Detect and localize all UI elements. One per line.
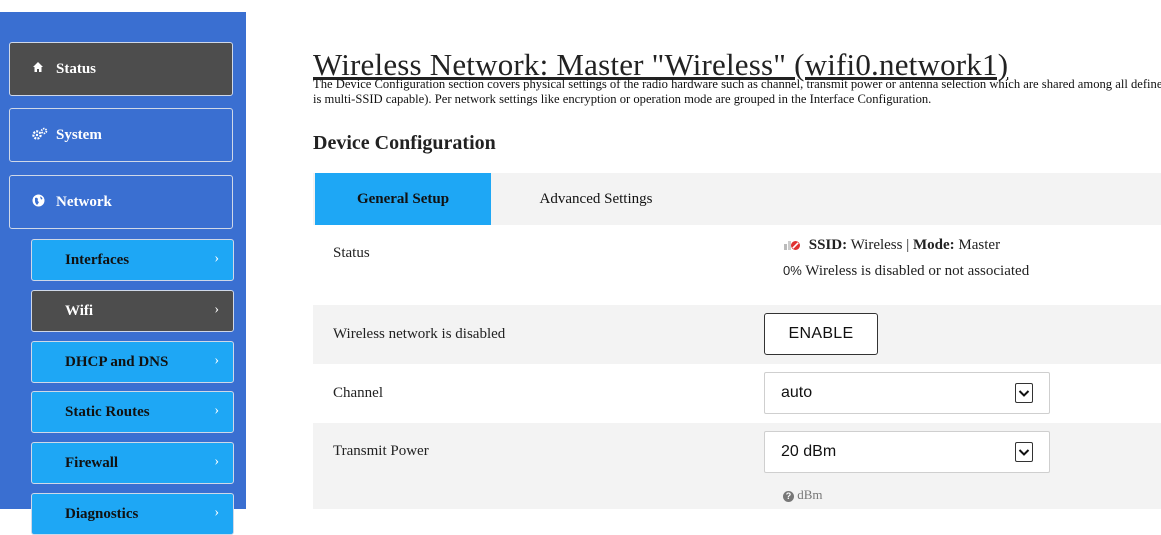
separator: | (906, 237, 910, 253)
chevron-right-icon: › (214, 251, 219, 266)
help-icon: ? (783, 491, 794, 502)
sidebar-item-label: Network (56, 193, 112, 210)
mode-key: Mode: (913, 237, 955, 253)
status-row: Status SSID: Wireless | Mode: Master 0% … (313, 225, 1161, 305)
transmit-power-label: Transmit Power (333, 443, 429, 459)
tab-general-setup[interactable]: General Setup (315, 173, 491, 225)
section-title: Device Configuration (313, 132, 496, 154)
sidebar-item-dhcp-dns[interactable]: DHCP and DNS › (31, 341, 234, 383)
sidebar-item-label: System (56, 126, 102, 143)
sidebar: Status System Network Interfaces › Wifi … (0, 12, 246, 535)
transmit-power-value: 20 dBm (781, 443, 837, 460)
chevron-right-icon: › (214, 505, 219, 520)
chevron-right-icon: › (214, 353, 219, 368)
sidebar-item-label: Diagnostics (65, 505, 139, 522)
sidebar-item-label: DHCP and DNS (65, 353, 169, 370)
sidebar-item-label: Firewall (65, 454, 119, 471)
ssid-value: Wireless (850, 237, 903, 253)
home-icon (32, 61, 56, 77)
wireless-disabled-label: Wireless network is disabled (333, 326, 506, 342)
signal-percent: 0% (783, 263, 802, 278)
description-line: The Device Configuration section covers … (313, 77, 1161, 91)
sidebar-item-interfaces[interactable]: Interfaces › (31, 239, 234, 281)
wireless-disabled-row: Wireless network is disabled ENABLE (313, 305, 1161, 364)
transmit-power-row: Transmit Power 20 dBm ? dBm (313, 423, 1161, 509)
tab-bar: General Setup Advanced Settings (313, 173, 1161, 225)
hint-text: dBm (797, 487, 823, 502)
chevron-down-icon (1015, 383, 1033, 403)
sidebar-item-label: Interfaces (65, 251, 130, 268)
sidebar-item-label: Wifi (65, 302, 94, 319)
status-label: Status (333, 245, 370, 261)
sidebar-item-system[interactable]: System (9, 108, 233, 162)
sidebar-item-static-routes[interactable]: Static Routes › (31, 391, 234, 433)
sidebar-item-firewall[interactable]: Firewall › (31, 442, 234, 484)
status-summary: SSID: Wireless | Mode: Master (783, 237, 1000, 256)
page-description: The Device Configuration section covers … (313, 77, 1161, 107)
globe-icon (32, 194, 56, 211)
tab-advanced-settings[interactable]: Advanced Settings (503, 173, 689, 225)
status-association: 0% Wireless is disabled or not associate… (783, 263, 1029, 280)
channel-label: Channel (333, 385, 383, 401)
chevron-right-icon: › (214, 403, 219, 418)
sidebar-item-diagnostics[interactable]: Diagnostics › (31, 493, 234, 535)
sidebar-item-wifi[interactable]: Wifi › (31, 290, 234, 332)
sidebar-item-status[interactable]: Status (9, 42, 233, 96)
channel-value: auto (781, 384, 813, 401)
sidebar-item-network[interactable]: Network (9, 175, 233, 229)
status-message: Wireless is disabled or not associated (805, 263, 1030, 279)
channel-select[interactable]: auto (764, 372, 1050, 414)
transmit-power-hint: ? dBm (783, 487, 823, 503)
gears-icon (32, 127, 56, 144)
chevron-right-icon: › (214, 454, 219, 469)
mode-value: Master (958, 237, 1001, 253)
chevron-right-icon: › (214, 302, 219, 317)
description-line: is multi-SSID capable). Per network sett… (313, 92, 932, 106)
ssid-key: SSID: (808, 237, 848, 253)
enable-button[interactable]: ENABLE (764, 313, 878, 355)
transmit-power-select[interactable]: 20 dBm (764, 431, 1050, 473)
wifi-disabled-icon (783, 237, 805, 256)
sidebar-item-label: Status (56, 60, 97, 77)
channel-row: Channel auto (313, 364, 1161, 423)
chevron-down-icon (1015, 442, 1033, 462)
sidebar-item-label: Static Routes (65, 403, 150, 420)
